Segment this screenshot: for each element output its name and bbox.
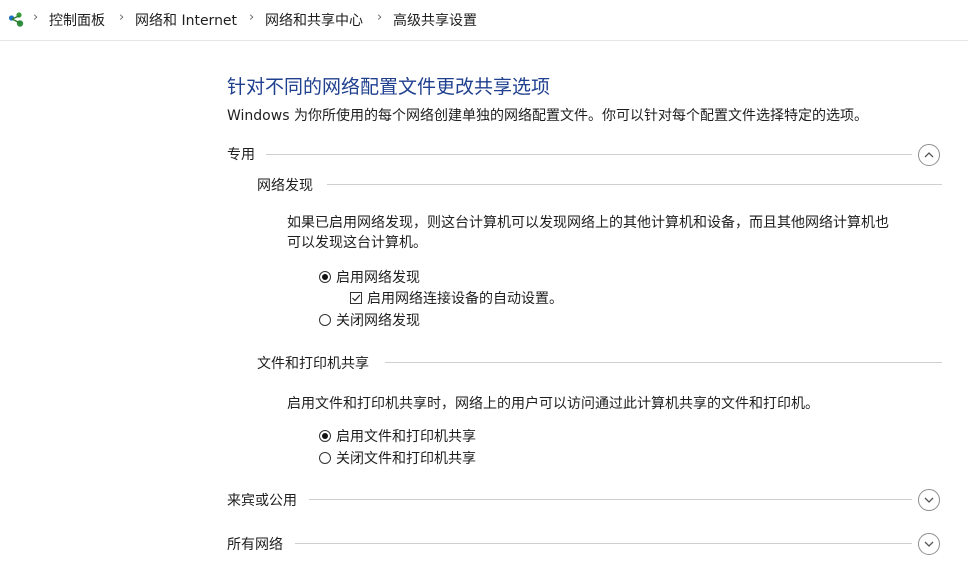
breadcrumb-control-panel[interactable]: 控制面板 <box>49 10 105 30</box>
profile-private-header[interactable]: 专用 <box>227 144 255 164</box>
checkmark-icon <box>352 294 361 302</box>
chevron-down-icon <box>924 541 934 547</box>
breadcrumb-separator: › <box>377 10 383 25</box>
radio-label: 启用网络发现 <box>336 270 420 286</box>
file-printer-sharing-header: 文件和打印机共享 <box>257 356 369 372</box>
checkbox-auto-setup-devices[interactable]: 启用网络连接设备的自动设置。 <box>350 288 563 308</box>
network-icon <box>8 12 24 27</box>
network-discovery-description-line1: 如果已启用网络发现，则这台计算机可以发现网络上的其他计算机和设备，而且其他网络计… <box>287 215 889 231</box>
divider <box>385 362 942 363</box>
divider <box>309 499 912 500</box>
radio-enable-network-discovery[interactable]: 启用网络发现 <box>319 267 420 287</box>
divider <box>327 184 942 185</box>
breadcrumb-network-sharing-center[interactable]: 网络和共享中心 <box>265 10 363 30</box>
profile-all-networks-header[interactable]: 所有网络 <box>227 534 283 554</box>
breadcrumb-separator: › <box>33 10 39 25</box>
chevron-down-icon <box>924 497 934 503</box>
file-printer-sharing-description: 启用文件和打印机共享时，网络上的用户可以访问通过此计算机共享的文件和打印机。 <box>287 396 819 412</box>
network-discovery-description-line2: 可以发现这台计算机。 <box>287 235 427 251</box>
radio-unselected-indicator[interactable] <box>319 314 331 326</box>
divider <box>295 543 912 544</box>
radio-label: 启用文件和打印机共享 <box>336 429 476 445</box>
address-bar: › 控制面板 › 网络和 Internet › 网络和共享中心 › 高级共享设置 <box>0 0 968 41</box>
breadcrumb-advanced-sharing[interactable]: 高级共享设置 <box>393 10 477 30</box>
radio-label: 关闭文件和打印机共享 <box>336 451 476 467</box>
profile-guest-public-header[interactable]: 来宾或公用 <box>227 490 297 510</box>
page-title: 针对不同的网络配置文件更改共享选项 <box>227 76 551 98</box>
radio-enable-file-printer-sharing[interactable]: 启用文件和打印机共享 <box>319 426 476 446</box>
breadcrumb-separator: › <box>119 10 125 25</box>
expand-guest-public-button[interactable] <box>918 489 940 511</box>
radio-label: 关闭网络发现 <box>336 313 420 329</box>
checkbox-indicator[interactable] <box>350 292 362 304</box>
checkbox-label: 启用网络连接设备的自动设置。 <box>367 291 563 307</box>
breadcrumb-network-internet[interactable]: 网络和 Internet <box>135 10 237 30</box>
chevron-up-icon <box>924 152 934 158</box>
radio-unselected-indicator[interactable] <box>319 452 331 464</box>
divider <box>266 154 912 155</box>
radio-selected-indicator[interactable] <box>319 430 331 442</box>
expand-all-networks-button[interactable] <box>918 533 940 555</box>
radio-disable-file-printer-sharing[interactable]: 关闭文件和打印机共享 <box>319 448 476 468</box>
network-discovery-header: 网络发现 <box>257 178 313 194</box>
radio-selected-indicator[interactable] <box>319 271 331 283</box>
collapse-private-button[interactable] <box>918 144 940 166</box>
breadcrumb-separator: › <box>249 10 255 25</box>
page-description: Windows 为你所使用的每个网络创建单独的网络配置文件。你可以针对每个配置文… <box>227 108 868 124</box>
radio-disable-network-discovery[interactable]: 关闭网络发现 <box>319 310 420 330</box>
